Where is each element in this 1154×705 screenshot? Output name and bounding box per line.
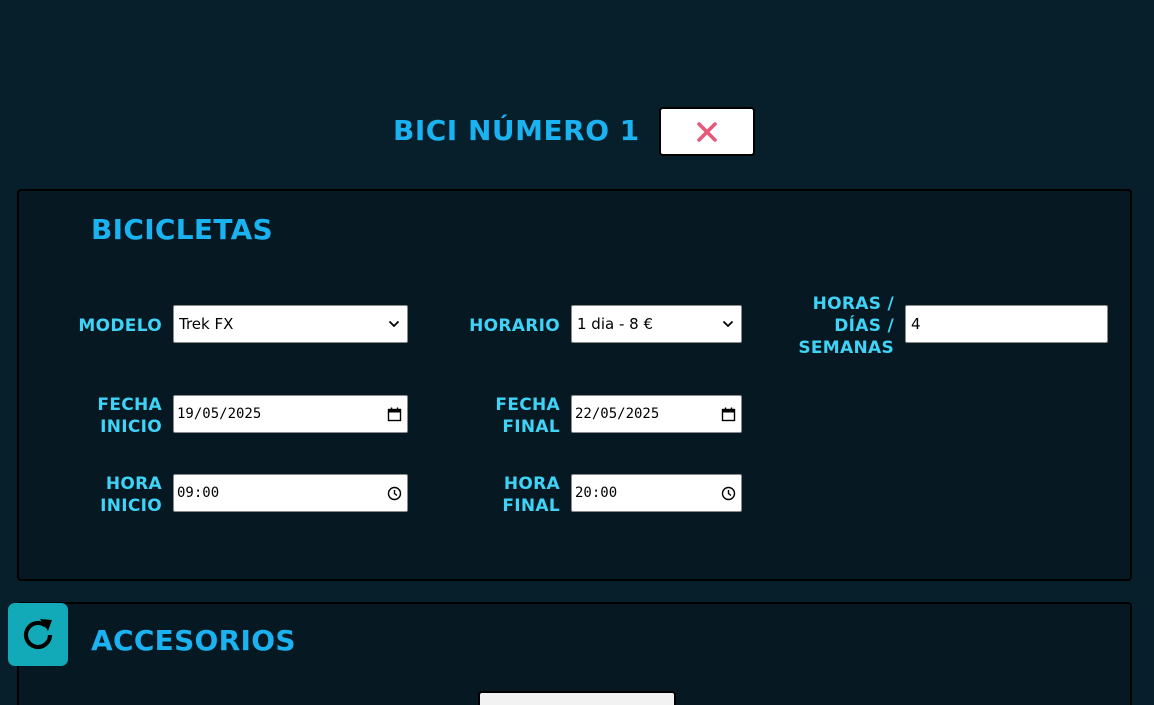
calendar-icon[interactable] bbox=[720, 406, 736, 422]
quantity-label-line: HORAS / bbox=[812, 294, 894, 314]
model-label-text: MODELO bbox=[78, 316, 162, 336]
refresh-button[interactable] bbox=[8, 603, 68, 666]
start-time-label: HORA INICIO bbox=[100, 473, 162, 517]
close-x-icon bbox=[697, 121, 717, 142]
schedule-select-value: 1 dia - 8 € bbox=[577, 315, 653, 333]
end-time-label-line: HORA bbox=[503, 474, 560, 494]
bike-title: BICI NÚMERO 1 bbox=[393, 114, 640, 147]
end-time-label: HORA FINAL bbox=[502, 473, 560, 517]
end-time-value: 20:00 bbox=[575, 485, 618, 501]
end-time-label-line: FINAL bbox=[502, 496, 560, 516]
bikes-section-title: BICICLETAS bbox=[91, 213, 274, 246]
clock-icon[interactable] bbox=[386, 485, 402, 501]
end-date-label-line: FECHA bbox=[495, 395, 560, 415]
quantity-label-line: DÍAS / bbox=[834, 316, 894, 336]
bike-header: BICI NÚMERO 1 bbox=[0, 107, 1154, 159]
quantity-label-line: SEMANAS bbox=[798, 338, 894, 358]
add-accessory-button[interactable] bbox=[478, 691, 676, 705]
calendar-icon[interactable] bbox=[386, 406, 402, 422]
clock-icon[interactable] bbox=[720, 485, 736, 501]
end-date-label-line: FINAL bbox=[502, 417, 560, 437]
start-time-label-line: HORA bbox=[105, 474, 162, 494]
start-date-input[interactable]: 19/05/2025 bbox=[173, 395, 408, 433]
start-time-label-line: INICIO bbox=[100, 496, 162, 516]
schedule-label: HORARIO bbox=[469, 315, 560, 337]
quantity-label: HORAS / DÍAS / SEMANAS bbox=[798, 293, 894, 359]
schedule-label-text: HORARIO bbox=[469, 316, 560, 336]
refresh-icon bbox=[23, 618, 53, 649]
accessories-section-title: ACCESORIOS bbox=[91, 624, 296, 657]
chevron-down-icon bbox=[720, 316, 736, 332]
bikes-panel: BICICLETAS MODELO Trek FX HORARIO 1 dia … bbox=[17, 189, 1132, 581]
schedule-select[interactable]: 1 dia - 8 € bbox=[571, 305, 742, 343]
chevron-down-icon bbox=[386, 316, 402, 332]
quantity-input-value: 4 bbox=[911, 315, 921, 333]
end-date-value: 22/05/2025 bbox=[575, 406, 660, 422]
start-date-label-line: INICIO bbox=[100, 417, 162, 437]
start-date-label-line: FECHA bbox=[97, 395, 162, 415]
start-time-input[interactable]: 09:00 bbox=[173, 474, 408, 512]
remove-bike-button[interactable] bbox=[659, 107, 755, 156]
model-select[interactable]: Trek FX bbox=[173, 305, 408, 343]
accessories-panel: ACCESORIOS bbox=[17, 602, 1132, 705]
start-time-value: 09:00 bbox=[177, 485, 220, 501]
quantity-input[interactable]: 4 bbox=[905, 305, 1108, 343]
page: BICI NÚMERO 1 BICICLETAS MODELO Trek FX … bbox=[0, 0, 1154, 705]
model-label: MODELO bbox=[78, 315, 162, 337]
start-date-value: 19/05/2025 bbox=[177, 406, 262, 422]
end-date-input[interactable]: 22/05/2025 bbox=[571, 395, 742, 433]
model-select-value: Trek FX bbox=[179, 315, 234, 333]
end-time-input[interactable]: 20:00 bbox=[571, 474, 742, 512]
start-date-label: FECHA INICIO bbox=[97, 394, 162, 438]
end-date-label: FECHA FINAL bbox=[495, 394, 560, 438]
